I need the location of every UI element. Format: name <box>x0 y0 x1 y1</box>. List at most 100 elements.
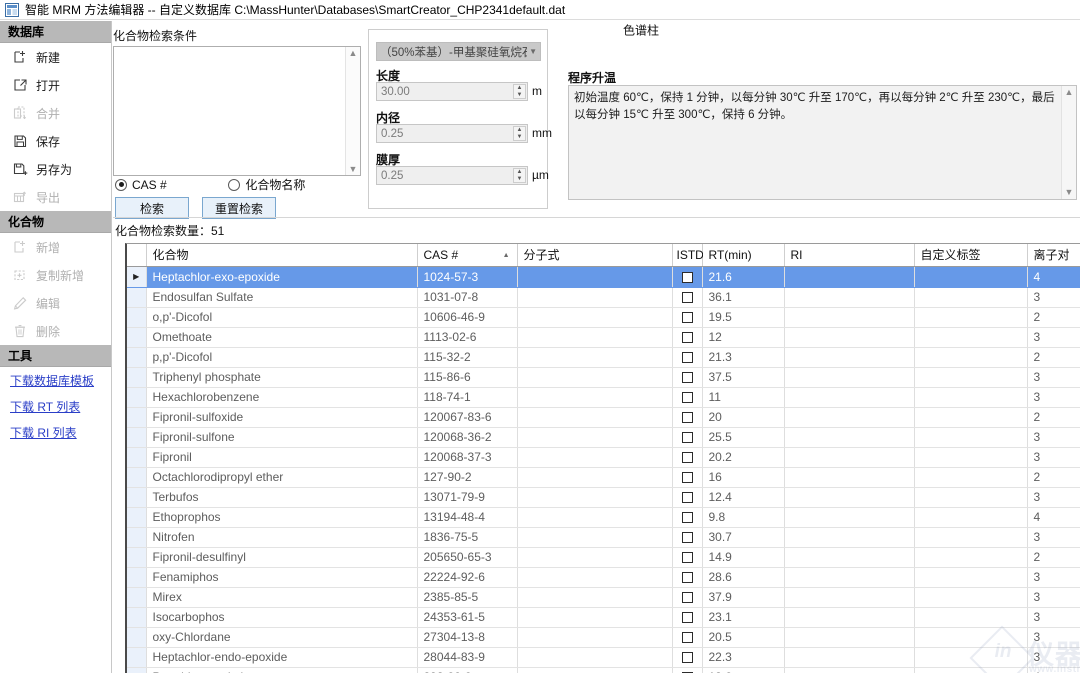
table-row[interactable]: Fipronil-sulfone 120068-36-2 25.5 3 <box>127 427 1080 448</box>
sidebar-item-duplicate[interactable]: 复制新增 <box>0 261 111 289</box>
compound-search-input[interactable]: ▲ ▼ <box>113 46 361 176</box>
cell-istd[interactable] <box>672 667 703 673</box>
table-row[interactable]: ▶ Heptachlor-exo-epoxide 1024-57-3 21.6 4 <box>127 266 1080 288</box>
istd-checkbox[interactable] <box>681 532 693 544</box>
cell-istd[interactable] <box>672 447 703 468</box>
sidebar-item-export[interactable]: 导出 <box>0 183 111 211</box>
row-selector-cell[interactable] <box>127 347 147 368</box>
istd-checkbox[interactable] <box>681 271 693 283</box>
column-length-input[interactable]: 30.00 ▲ ▼ <box>376 82 528 101</box>
tool-link-download-rt-list[interactable]: 下载 RT 列表 <box>0 393 111 419</box>
column-id-input[interactable]: 0.25 ▲ ▼ <box>376 124 528 143</box>
cell-istd[interactable] <box>672 427 703 448</box>
table-row[interactable]: Ethoprophos 13194-48-4 9.8 4 <box>127 507 1080 528</box>
row-selector-cell[interactable] <box>127 527 147 548</box>
row-selector-cell[interactable] <box>127 547 147 568</box>
sidebar-item-save-as[interactable]: 另存为 <box>0 155 111 183</box>
row-selector-cell[interactable] <box>127 607 147 628</box>
table-header-cas[interactable]: CAS # ▲ <box>417 244 518 267</box>
istd-checkbox[interactable] <box>681 432 693 444</box>
search-textarea-scrollbar[interactable]: ▲ ▼ <box>345 47 360 175</box>
column-id-stepper[interactable]: ▲ ▼ <box>513 126 526 141</box>
radio-cas-number[interactable]: CAS # <box>115 178 167 192</box>
istd-checkbox[interactable] <box>681 592 693 604</box>
table-row[interactable]: Nitrofen 1836-75-5 30.7 3 <box>127 527 1080 548</box>
sidebar-item-merge[interactable]: 合并 <box>0 99 111 127</box>
cell-istd[interactable] <box>672 527 703 548</box>
table-row[interactable]: Isocarbophos 24353-61-5 23.1 3 <box>127 607 1080 628</box>
table-row[interactable]: Endosulfan Sulfate 1031-07-8 36.1 3 <box>127 287 1080 308</box>
row-selector-cell[interactable] <box>127 467 147 488</box>
istd-checkbox[interactable] <box>681 452 693 464</box>
table-row[interactable]: Terbufos 13071-79-9 12.4 3 <box>127 487 1080 508</box>
cell-istd[interactable] <box>672 607 703 628</box>
istd-checkbox[interactable] <box>681 312 693 324</box>
cell-istd[interactable] <box>672 567 703 588</box>
istd-checkbox[interactable] <box>681 472 693 484</box>
tool-link-download-db-template[interactable]: 下载数据库模板 <box>0 367 111 393</box>
row-selector-cell[interactable] <box>127 627 147 648</box>
cell-istd[interactable] <box>672 587 703 608</box>
temperature-program-scrollbar[interactable]: ▲ ▼ <box>1061 86 1076 199</box>
film-thickness-input[interactable]: 0.25 ▲ ▼ <box>376 166 528 185</box>
sidebar-item-add-compound[interactable]: 新增 <box>0 233 111 261</box>
cell-istd[interactable] <box>672 287 703 308</box>
cell-istd[interactable] <box>672 307 703 328</box>
istd-checkbox[interactable] <box>681 632 693 644</box>
row-selector-cell[interactable] <box>127 487 147 508</box>
row-selector-cell[interactable] <box>127 427 147 448</box>
row-selector-cell[interactable] <box>127 647 147 668</box>
sidebar-item-new[interactable]: 新建 <box>0 43 111 71</box>
table-row[interactable]: oxy-Chlordane 27304-13-8 20.5 3 <box>127 627 1080 648</box>
search-button[interactable]: 检索 <box>115 197 189 219</box>
column-length-stepper[interactable]: ▲ ▼ <box>513 84 526 99</box>
cell-istd[interactable] <box>672 266 703 288</box>
table-header-formula[interactable]: 分子式 <box>517 244 673 267</box>
table-row[interactable]: Fipronil-sulfoxide 120067-83-6 20 2 <box>127 407 1080 428</box>
row-selector-cell[interactable] <box>127 507 147 528</box>
row-selector-cell[interactable] <box>127 667 147 673</box>
istd-checkbox[interactable] <box>681 412 693 424</box>
cell-istd[interactable] <box>672 547 703 568</box>
table-header-istd[interactable]: ISTD <box>672 244 704 267</box>
tool-link-download-ri-list[interactable]: 下载 RI 列表 <box>0 419 111 445</box>
istd-checkbox[interactable] <box>681 512 693 524</box>
table-header-rt[interactable]: RT(min) <box>702 244 785 267</box>
istd-checkbox[interactable] <box>681 572 693 584</box>
istd-checkbox[interactable] <box>681 392 693 404</box>
film-thickness-stepper[interactable]: ▲ ▼ <box>513 168 526 183</box>
row-selector-cell[interactable] <box>127 387 147 408</box>
table-header-ri[interactable]: RI <box>784 244 915 267</box>
cell-istd[interactable] <box>672 387 703 408</box>
row-selector-cell[interactable] <box>127 367 147 388</box>
sidebar-item-delete[interactable]: 删除 <box>0 317 111 345</box>
row-selector-cell[interactable] <box>127 407 147 428</box>
reset-search-button[interactable]: 重置检索 <box>202 197 276 219</box>
row-selector-cell[interactable] <box>127 587 147 608</box>
radio-compound-name[interactable]: 化合物名称 <box>228 176 305 193</box>
cell-istd[interactable] <box>672 327 703 348</box>
istd-checkbox[interactable] <box>681 352 693 364</box>
sidebar-item-edit[interactable]: 编辑 <box>0 289 111 317</box>
cell-istd[interactable] <box>672 487 703 508</box>
table-row[interactable]: Fenamiphos 22224-92-6 28.6 3 <box>127 567 1080 588</box>
istd-checkbox[interactable] <box>681 492 693 504</box>
istd-checkbox[interactable] <box>681 332 693 344</box>
istd-checkbox[interactable] <box>681 372 693 384</box>
cell-istd[interactable] <box>672 367 703 388</box>
row-selector-cell[interactable] <box>127 327 147 348</box>
istd-checkbox[interactable] <box>681 652 693 664</box>
table-row[interactable]: o,p'-Dicofol 10606-46-9 19.5 2 <box>127 307 1080 328</box>
table-row[interactable]: Fipronil-desulfinyl 205650-65-3 14.9 2 <box>127 547 1080 568</box>
cell-istd[interactable] <box>672 467 703 488</box>
cell-istd[interactable] <box>672 647 703 668</box>
sidebar-item-open[interactable]: 打开 <box>0 71 111 99</box>
table-header-ion-pairs[interactable]: 离子对 <box>1027 244 1080 267</box>
istd-checkbox[interactable] <box>681 292 693 304</box>
istd-checkbox[interactable] <box>681 612 693 624</box>
row-selector-cell[interactable] <box>127 307 147 328</box>
row-selector-cell[interactable] <box>127 287 147 308</box>
table-row[interactable]: Fipronil 120068-37-3 20.2 3 <box>127 447 1080 468</box>
sidebar-item-save[interactable]: 保存 <box>0 127 111 155</box>
table-row[interactable]: Omethoate 1113-02-6 12 3 <box>127 327 1080 348</box>
